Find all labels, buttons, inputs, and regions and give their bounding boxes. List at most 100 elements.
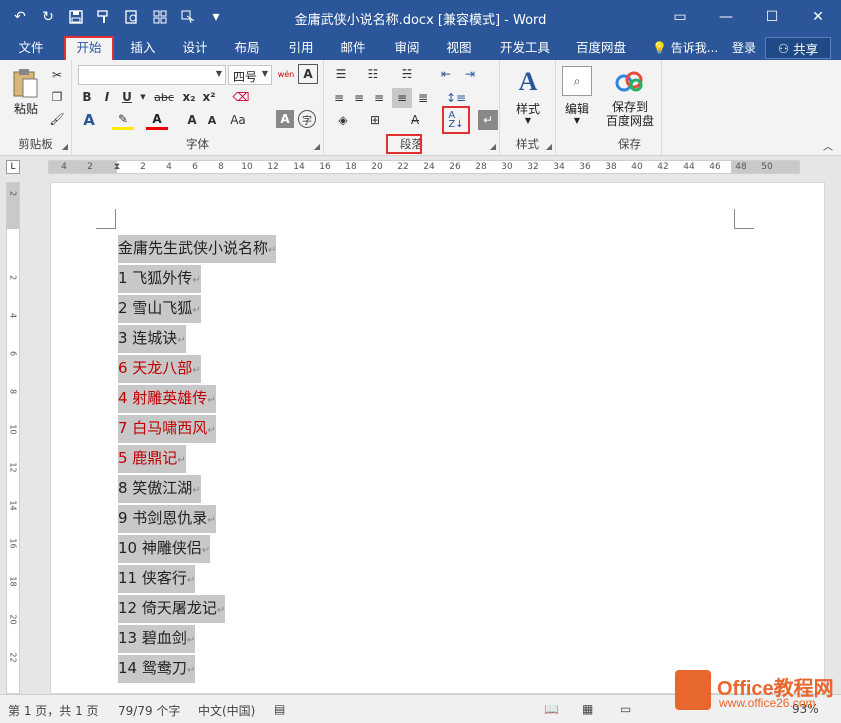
justify-icon[interactable]: ≡ [392,88,412,108]
copy-icon[interactable]: ❐ [48,88,66,106]
page-count[interactable]: 第 1 页，共 1 页 [8,702,99,719]
doc-line-text: 2 雪山飞狐 [118,299,193,317]
font-size-combo[interactable]: 四号 ▼ [228,65,272,85]
phonetic-guide-icon[interactable]: wén [276,64,296,84]
paste-icon[interactable] [8,66,44,100]
grow-font-icon[interactable]: A [182,110,202,130]
highlight-color-icon[interactable]: ✎ [112,110,134,130]
web-layout-icon[interactable]: ▭ [620,702,631,716]
paste-label[interactable]: 粘贴 [6,100,46,117]
clear-format-icon[interactable]: A [298,64,318,84]
doc-line: 6 天龙八部↵ [118,353,201,383]
maximize-button[interactable]: ☐ [749,0,795,34]
align-right-icon[interactable]: ≡ [370,88,388,108]
tab-selector[interactable]: L [6,160,20,174]
bullets-icon[interactable]: ☰ [330,64,352,84]
italic-button[interactable]: I [98,88,116,106]
group-font: ▼ 四号 ▼ wén A B I U ▼ abc x₂ x² ⌫ A ✎ A A… [72,60,324,156]
tell-me-search[interactable]: 💡 告诉我... [652,36,718,60]
language-indicator[interactable]: 中文(中国) [198,702,255,719]
vruler-tick: 6 [8,350,18,357]
tab-review[interactable]: 审阅 [384,36,430,60]
show-formatting-marks-icon[interactable]: ↵ [478,110,498,130]
baidu-cloud-icon[interactable] [614,68,646,96]
subscript-button[interactable]: x₂ [180,88,198,106]
tab-layout[interactable]: 布局 [224,36,270,60]
enclose-characters-icon[interactable]: 字 [298,110,316,128]
vertical-ruler[interactable]: 2 2 4 6 8 10 12 14 16 18 20 22 [6,182,20,694]
save-to-baidu-label-2[interactable]: 百度网盘 [598,114,662,128]
vertical-scrollbar[interactable] [825,180,841,694]
multilevel-list-icon[interactable]: ☵ [396,64,418,84]
align-center-icon[interactable]: ≡ [350,88,368,108]
increase-indent-icon[interactable]: ⇥ [460,64,480,84]
chevron-down-icon[interactable]: ▼ [556,116,598,125]
bold-button[interactable]: B [78,88,96,106]
shading-icon[interactable]: ◈ [330,110,356,130]
minimize-button[interactable]: — [703,0,749,34]
ruler-tick: 12 [267,162,279,172]
vruler-tick: 10 [8,424,18,435]
numbering-icon[interactable]: ☷ [362,64,384,84]
horizontal-ruler[interactable]: 4 2 ⧗ 2 4 6 8 10 12 14 16 18 20 22 24 26… [48,160,800,174]
dialog-launcher-icon[interactable]: ◢ [62,142,68,151]
tab-home[interactable]: 开始 [64,36,114,60]
borders-icon[interactable]: ⊞ [362,110,388,130]
tab-view[interactable]: 视图 [436,36,482,60]
underline-button[interactable]: U [118,88,136,106]
chinese-layout-icon[interactable]: A̶ [402,110,428,130]
save-to-baidu-label-1[interactable]: 保存到 [598,100,662,114]
collapse-ribbon-icon[interactable]: ︿ [820,138,836,153]
read-mode-icon[interactable]: 📖 [544,702,559,716]
strikethrough-button[interactable]: abc [152,88,176,106]
document-page[interactable]: 金庸先生武侠小说名称↵ 1 飞狐外传↵ 2 雪山飞狐↵ 3 连城诀↵ 6 天龙八… [50,182,825,694]
doc-line-text: 14 鸳鸯刀 [118,659,187,677]
tab-file[interactable]: 文件 [8,36,54,60]
tab-references[interactable]: 引用 [278,36,324,60]
dialog-launcher-icon[interactable]: ◢ [546,142,552,151]
superscript-button[interactable]: x² [200,88,218,106]
doc-line: 8 笑傲江湖↵ [118,473,201,503]
chevron-down-icon[interactable]: ▼ [504,116,552,125]
doc-line: 14 鸳鸯刀↵ [118,653,196,683]
macro-record-icon[interactable]: ▤ [274,702,285,716]
magnifier-icon[interactable]: ⌕ [562,66,592,96]
tab-mailings[interactable]: 邮件 [330,36,376,60]
character-shading-icon[interactable]: A [276,110,294,128]
indent-marker[interactable]: ⧗ [108,161,126,173]
share-button[interactable]: ⚇ 共享 [765,37,831,59]
font-name-combo[interactable]: ▼ [78,65,226,85]
shrink-font-icon[interactable]: A [202,110,222,130]
close-button[interactable]: ✕ [795,0,841,34]
ruler-tick: 2 [140,162,146,172]
font-color-icon[interactable]: A [146,110,168,130]
dialog-launcher-icon[interactable]: ◢ [314,142,320,151]
align-left-icon[interactable]: ≡ [330,88,348,108]
lightbulb-icon: 💡 [652,41,667,55]
styles-icon[interactable]: A [512,66,544,98]
tab-insert[interactable]: 插入 [120,36,166,60]
sort-highlight-box [442,106,470,134]
chevron-down-icon[interactable]: ▼ [138,88,148,106]
line-spacing-icon[interactable]: ↕≡ [442,88,470,108]
text-effects-icon[interactable]: A [78,110,100,130]
tab-design[interactable]: 设计 [172,36,218,60]
tab-developer[interactable]: 开发工具 [492,36,558,60]
editing-button-label[interactable]: 编辑 [556,100,598,117]
vruler-tick: 8 [8,388,18,395]
eraser-icon[interactable]: ⌫ [230,88,252,106]
word-count[interactable]: 79/79 个字 [118,702,180,719]
ruler-tick: 22 [397,162,409,172]
styles-button-label[interactable]: 样式 [504,100,552,117]
format-painter-brush-icon[interactable]: 🖌 [48,110,66,128]
distributed-icon[interactable]: ≣ [414,88,432,108]
tab-baidu-netdisk[interactable]: 百度网盘 [568,36,634,60]
decrease-indent-icon[interactable]: ⇤ [436,64,456,84]
ruler-tick: 2 [87,162,93,172]
dialog-launcher-icon[interactable]: ◢ [490,142,496,151]
cut-icon[interactable]: ✂ [48,66,66,84]
ribbon-display-options-icon[interactable]: ▭ [657,0,703,34]
print-layout-icon[interactable]: ▦ [582,702,593,716]
change-case-icon[interactable]: Aa [226,110,250,130]
login-link[interactable]: 登录 [732,36,756,60]
